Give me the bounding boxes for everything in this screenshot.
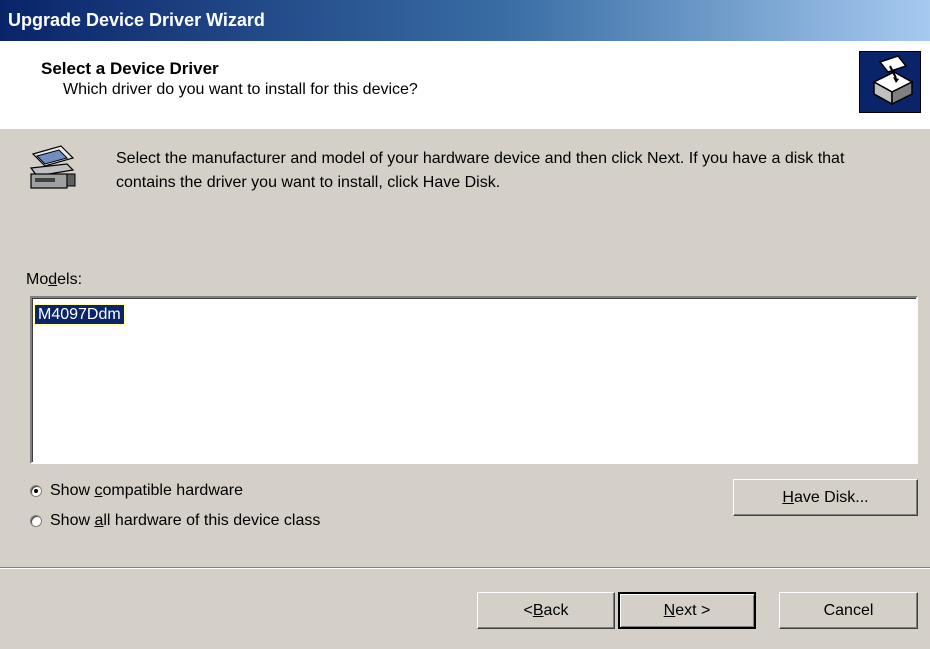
show-all-label: Show all hardware of this device class: [50, 512, 321, 529]
wizard-header: Select a Device Driver Which driver do y…: [0, 41, 930, 128]
title-bar[interactable]: Upgrade Device Driver Wizard: [0, 0, 930, 41]
models-label: Models:: [26, 271, 83, 288]
next-button[interactable]: Next >: [618, 592, 756, 629]
have-disk-button[interactable]: Have Disk...: [733, 479, 918, 516]
hardware-wizard-icon: [859, 51, 921, 113]
window-title: Upgrade Device Driver Wizard: [8, 10, 265, 30]
page-subtitle: Which driver do you want to install for …: [63, 81, 418, 98]
show-all-radio[interactable]: Show all hardware of this device class: [30, 512, 320, 530]
cancel-button[interactable]: Cancel: [779, 592, 918, 629]
radio-unchecked-icon[interactable]: [30, 515, 42, 527]
list-item[interactable]: M4097Ddm: [34, 304, 125, 325]
instructions-text: Select the manufacturer and model of you…: [116, 150, 845, 191]
back-button[interactable]: < Back: [477, 592, 615, 629]
page-title: Select a Device Driver: [41, 59, 219, 78]
models-listbox[interactable]: M4097Ddm: [30, 296, 918, 464]
footer-divider-highlight: [0, 568, 930, 569]
scanner-device-icon: [27, 144, 79, 194]
header-divider: [0, 127, 930, 129]
show-compatible-radio[interactable]: Show compatible hardware: [30, 482, 243, 500]
show-compatible-label: Show compatible hardware: [50, 482, 243, 499]
radio-checked-icon[interactable]: [30, 485, 42, 497]
